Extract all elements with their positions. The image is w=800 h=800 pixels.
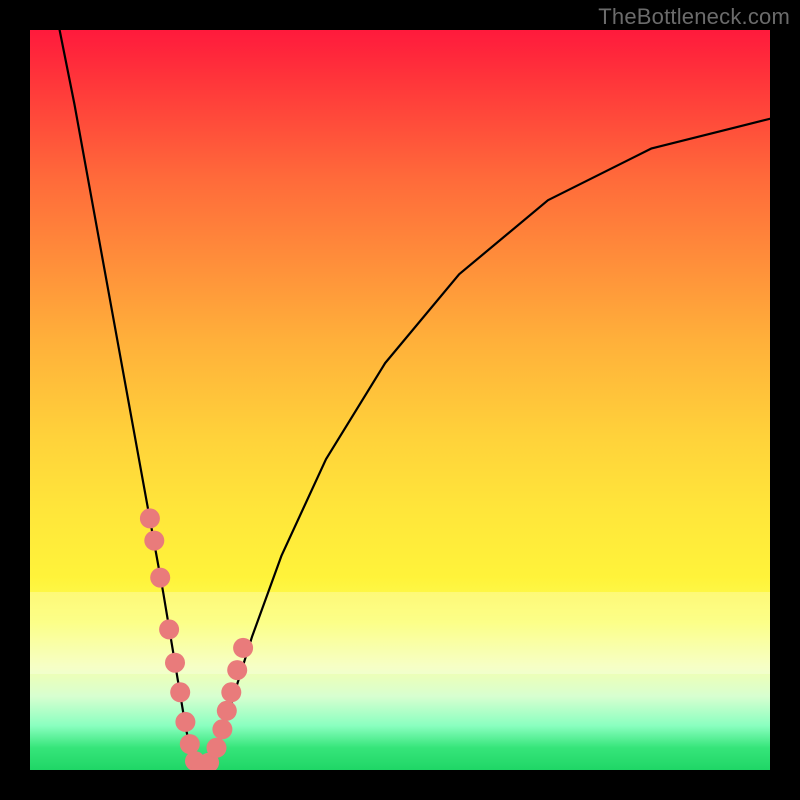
highlight-dot — [144, 531, 164, 551]
plot-area — [30, 30, 770, 770]
highlight-dot — [217, 701, 237, 721]
highlight-dot — [170, 682, 190, 702]
curve-layer — [30, 30, 770, 770]
highlight-dot — [159, 619, 179, 639]
chart-frame: TheBottleneck.com — [0, 0, 800, 800]
highlight-dot — [212, 719, 232, 739]
highlight-dot — [175, 712, 195, 732]
highlight-dot — [207, 738, 227, 758]
watermark-text: TheBottleneck.com — [598, 4, 790, 30]
highlight-dot — [233, 638, 253, 658]
highlight-dot — [221, 682, 241, 702]
highlight-dot — [140, 508, 160, 528]
highlight-dots — [140, 508, 253, 770]
highlight-dot — [227, 660, 247, 680]
highlight-dot — [150, 568, 170, 588]
highlight-dot — [180, 734, 200, 754]
highlight-dot — [165, 653, 185, 673]
